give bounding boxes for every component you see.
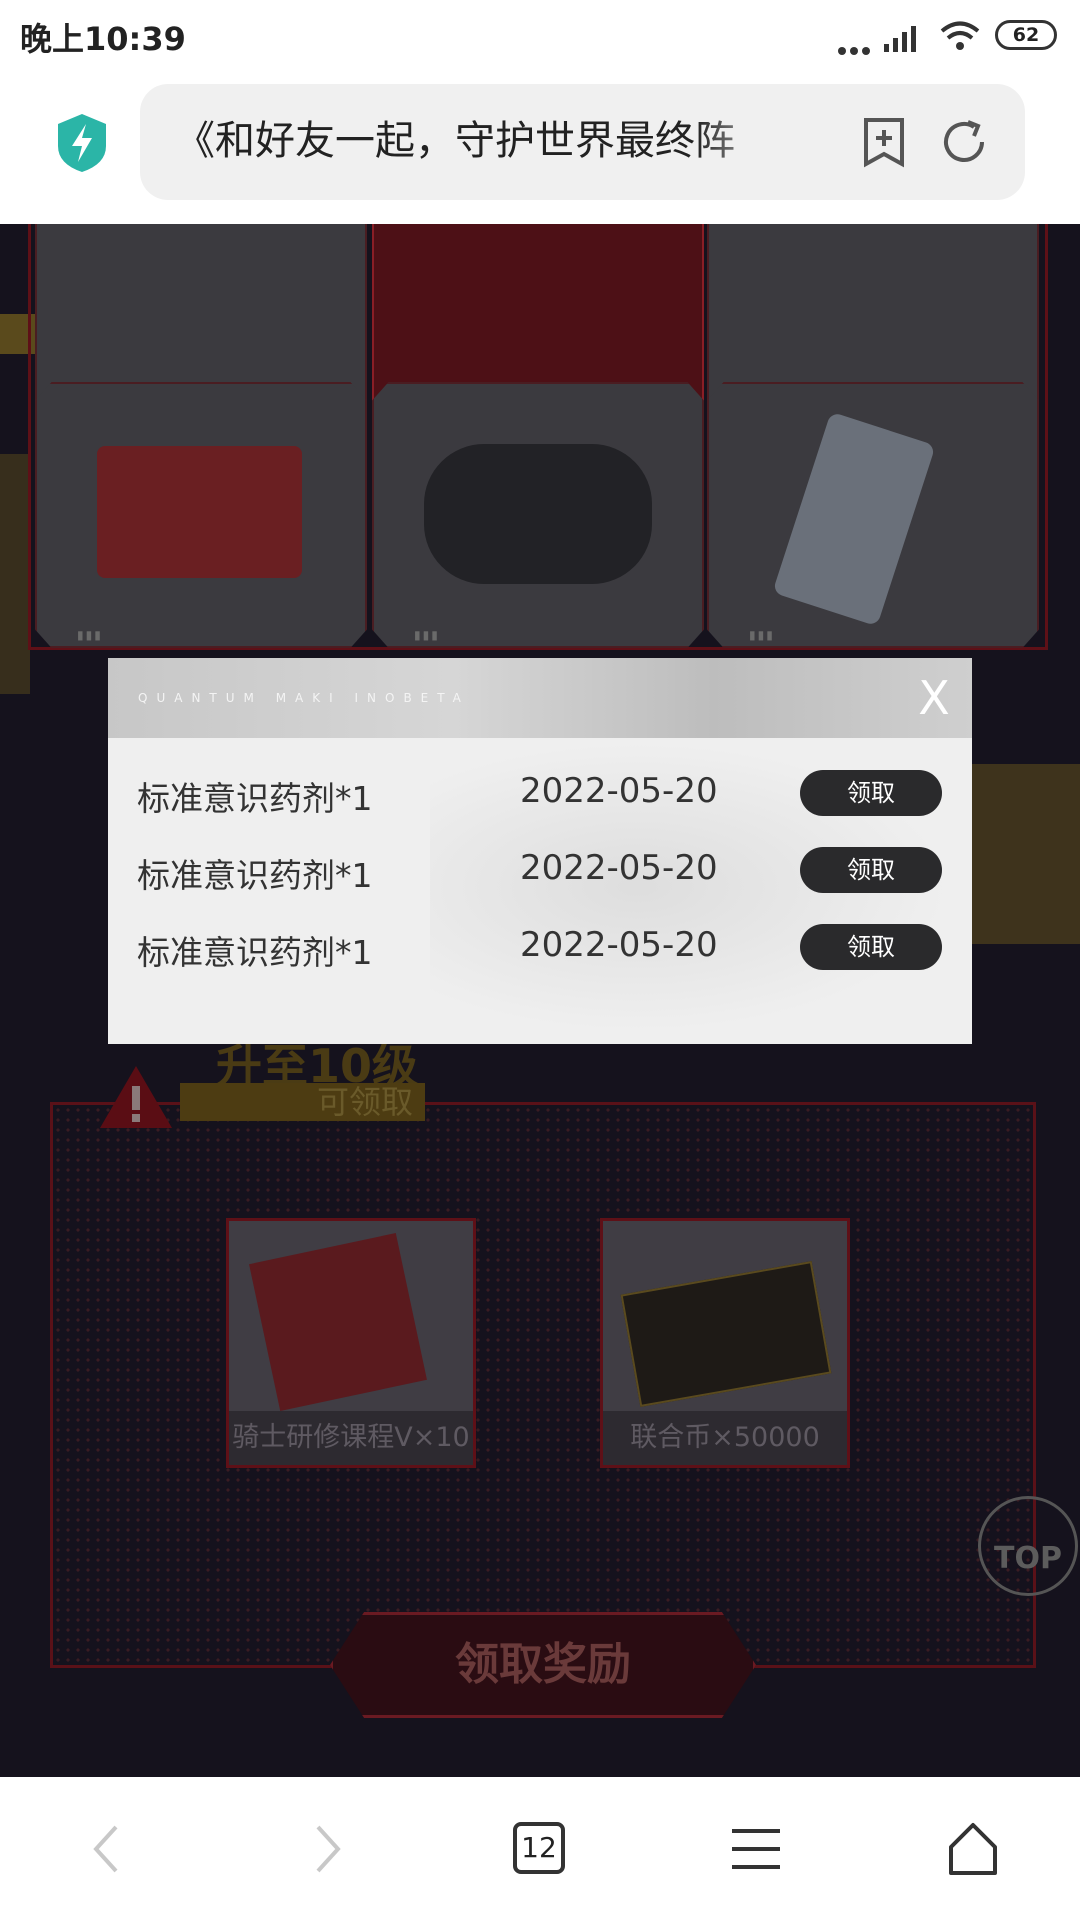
reward-date: 2022-05-20: [520, 925, 718, 965]
gamepad-image: [424, 444, 652, 584]
book-image: [249, 1233, 427, 1411]
wifi-icon: [940, 21, 980, 50]
claim-button[interactable]: 领取: [800, 847, 942, 893]
battery-indicator: 62: [995, 20, 1057, 50]
claim-button[interactable]: 领取: [800, 770, 942, 816]
coin-card-image: [620, 1261, 832, 1407]
forward-icon[interactable]: [294, 1817, 358, 1881]
gift-card-image: [97, 446, 302, 578]
back-to-top-button[interactable]: TOP: [978, 1496, 1078, 1596]
warning-icon: [100, 1066, 172, 1128]
claimable-label: 可领取: [180, 1083, 425, 1121]
refresh-icon[interactable]: [938, 116, 990, 168]
tabs-button[interactable]: 12: [513, 1822, 565, 1874]
reward-item-label: 骑士研修课程V×10: [229, 1411, 473, 1465]
prize-tile-phone: ▮▮▮: [707, 382, 1039, 648]
reward-date: 2022-05-20: [520, 848, 718, 888]
dialog-header-text: QUANTUM MAKI INOBETA: [138, 691, 470, 705]
menu-icon[interactable]: [724, 1817, 788, 1881]
home-icon[interactable]: [941, 1817, 1005, 1881]
reward-item-label: 联合币×50000: [603, 1411, 847, 1465]
status-time: 晚上10:39: [20, 20, 186, 58]
card-image: [772, 411, 936, 627]
reward-date: 2022-05-20: [520, 771, 718, 811]
reward-item-card: 骑士研修课程V×10: [226, 1218, 476, 1468]
reward-panel: [50, 1102, 1036, 1668]
claim-button[interactable]: 领取: [800, 924, 942, 970]
reward-name: 标准意识药剂*1: [137, 933, 373, 972]
reward-item-card: 联合币×50000: [600, 1218, 850, 1468]
reward-name: 标准意识药剂*1: [137, 856, 373, 895]
claim-reward-button[interactable]: 领取奖励: [330, 1612, 756, 1718]
page-title-in-address-bar[interactable]: 《和好友一起，守护世界最终阵: [175, 113, 795, 169]
add-bookmark-icon[interactable]: [860, 116, 908, 168]
reward-name: 标准意识药剂*1: [137, 779, 373, 818]
shield-icon[interactable]: [54, 112, 110, 174]
prize-tile-gamepad: ▮▮▮: [372, 382, 704, 648]
signal-icon: [884, 26, 916, 52]
close-button[interactable]: X: [908, 670, 960, 726]
more-dots-icon: [838, 40, 874, 59]
back-icon[interactable]: [76, 1817, 140, 1881]
prize-tile-jd-card: ▮▮▮: [35, 382, 367, 648]
